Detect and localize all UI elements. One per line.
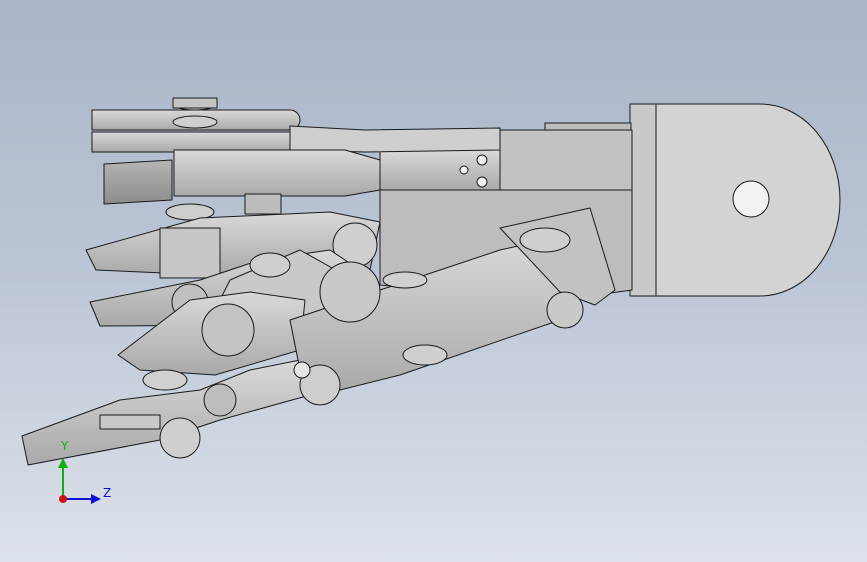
triad-y-arrow [58,458,68,468]
cad-graphics-viewport[interactable]: Y Z [0,0,867,562]
triad-z-arrow [91,494,101,504]
triad-z-label: Z [103,486,112,500]
triad-y-label: Y [61,439,69,453]
triad-x-origin [59,495,67,503]
orientation-triad [58,458,101,504]
